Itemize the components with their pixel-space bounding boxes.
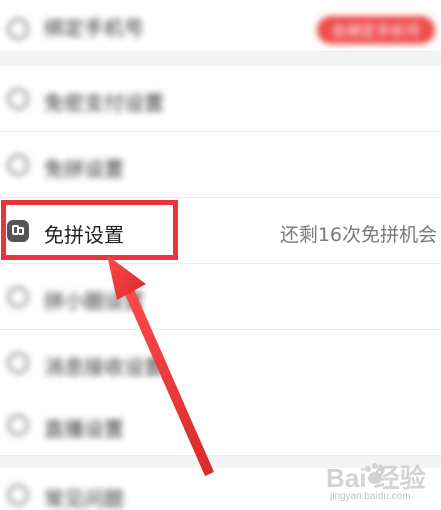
row-label: 免密支付设置 (44, 91, 164, 115)
settings-screen: 绑定手机号 去绑定手机号 免密支付设置 免拼设置 免拼设置 还剩16次免拼机会 … (0, 0, 441, 510)
paw-icon (365, 463, 385, 484)
payment-icon (7, 88, 29, 110)
circle-icon (7, 286, 29, 308)
row-label: 直播设置 (44, 417, 124, 441)
settings-row-circle[interactable]: 拼小圈设置 (0, 264, 441, 330)
settings-row-messages[interactable]: 消息接收设置 (0, 330, 441, 396)
settings-icon (7, 154, 29, 176)
row-label: 常见问题 (44, 487, 124, 510)
bind-phone-button[interactable]: 去绑定手机号 (317, 16, 435, 44)
settings-row-payment[interactable]: 免密支付设置 (0, 66, 441, 132)
settings-row-bind-phone[interactable]: 绑定手机号 去绑定手机号 (0, 0, 441, 52)
row-label: 消息接收设置 (44, 355, 164, 379)
baidu-watermark: Bai 经验 jingyan.baidu.com (326, 458, 438, 506)
message-icon (7, 352, 29, 374)
live-icon (7, 414, 29, 436)
settings-row-live[interactable]: 直播设置 (0, 394, 441, 456)
highlight-box (1, 200, 178, 260)
row-label: 绑定手机号 (44, 16, 144, 40)
watermark-url: jingyan.baidu.com (330, 491, 411, 502)
row-label: 免拼设置 (44, 157, 124, 181)
group-divider (0, 52, 441, 66)
free-group-remaining: 还剩16次免拼机会 (279, 224, 437, 246)
settings-row-blurred[interactable]: 免拼设置 (0, 132, 441, 198)
phone-icon (7, 18, 29, 40)
question-icon (7, 484, 29, 506)
row-label: 拼小圈设置 (44, 289, 144, 313)
